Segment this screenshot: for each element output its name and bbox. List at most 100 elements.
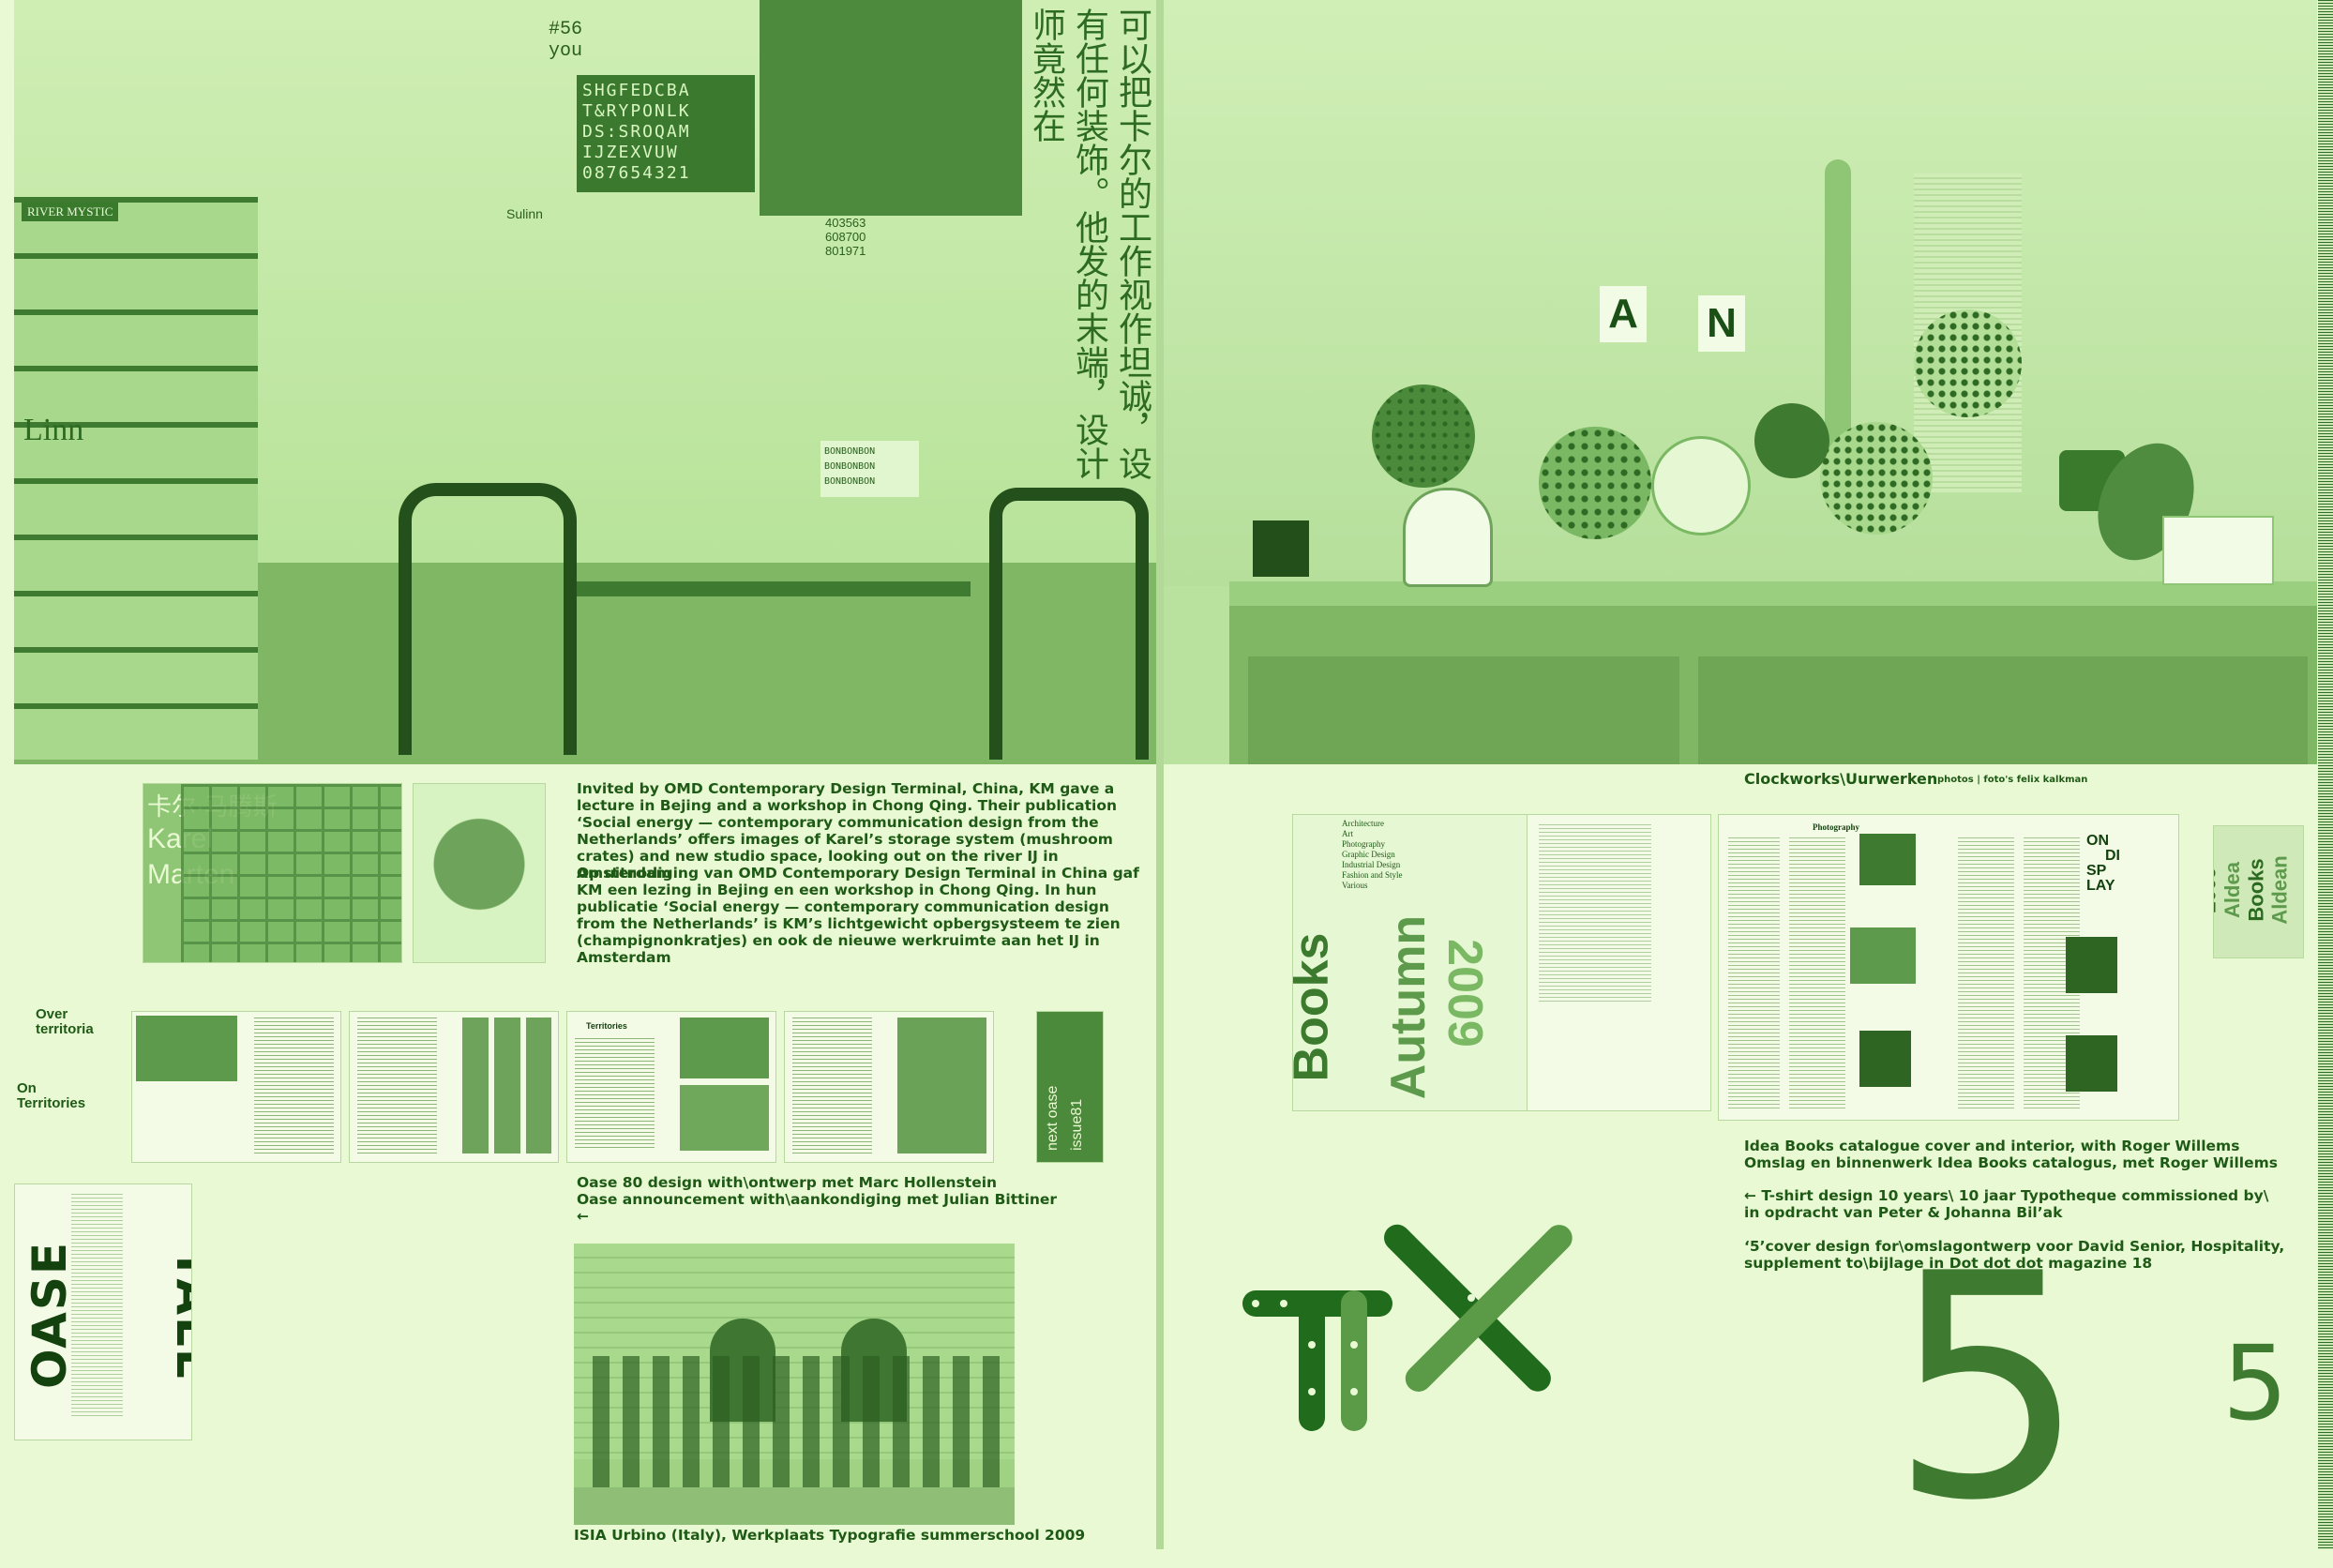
five-cover-big: 5 — [1889, 1208, 2086, 1568]
clockworks-credit: photos | foto's felix kalkman — [1937, 775, 2088, 785]
oase-title-nl-2: territoria — [36, 1021, 94, 1037]
letter-card-a: A — [1600, 286, 1647, 342]
tshirt-caption-line1: ← T-shirt design 10 years\ 10 jaar Typot… — [1744, 1187, 2269, 1204]
poster-yale-word: YALE — [166, 1246, 192, 1383]
tx-logo — [1242, 1200, 1608, 1444]
clock-face — [1651, 436, 1751, 535]
books-menu-item: Photography — [1342, 839, 1385, 849]
stack-code: 801971 — [825, 244, 866, 258]
tx-rivet — [1252, 1300, 1259, 1307]
territories-heading: Territories — [586, 1021, 627, 1031]
stack-code: 403563 — [825, 216, 866, 230]
spread-text — [357, 1018, 437, 1153]
clock-face — [1914, 309, 2022, 417]
oase-spread-1 — [131, 1011, 341, 1163]
spread-photo — [462, 1018, 551, 1153]
stack-code: 608700 — [825, 230, 866, 244]
books-interior-spread: Photography ON DI SP LAY — [1718, 814, 2179, 1121]
mao-portrait-thumb — [413, 783, 546, 963]
letter-chart-row: SHGFEDCBA — [582, 81, 691, 100]
photography-heading: Photography — [1813, 822, 1860, 832]
books-cover-spread: Architecture Art Photography Graphic Des… — [1292, 814, 1528, 1111]
tx-rivet — [1280, 1300, 1287, 1307]
on-display: ON DI SP LAY — [2086, 834, 2120, 894]
books-side-spine: 2009 Aldea Books Aldean — [2213, 825, 2304, 958]
shelf-top — [1229, 581, 2317, 606]
spread-text — [792, 1018, 872, 1153]
book-photo — [2066, 937, 2117, 993]
shelving-unit — [14, 197, 258, 760]
bonbon-line: BONBONBON — [824, 461, 876, 472]
gear-clock — [1754, 403, 1829, 478]
tx-bar — [1299, 1290, 1325, 1431]
books-cover-word-books: Books — [1292, 932, 1339, 1082]
on-display-line: DI — [2105, 848, 2120, 864]
spread-text — [575, 1038, 655, 1151]
chinese-banner: 可以把卡尔的工作视作坦诚，设有任何装饰。他发的末端，设计师竟然在 — [1027, 8, 1151, 480]
books-caption-line1: Idea Books catalogue cover and interior,… — [1744, 1138, 2240, 1154]
oase-caption-line2: Oase announcement with\aankondiging met … — [577, 1191, 1058, 1208]
bonbon-line: BONBONBON — [824, 446, 876, 457]
interior-text — [1958, 837, 2014, 1109]
letter-chart-row: 087654321 — [582, 163, 691, 183]
tx-bar — [1341, 1290, 1367, 1431]
tx-rivet — [1350, 1341, 1358, 1349]
on-display-line: LAY — [2086, 878, 2115, 894]
books-cover-year: 2009 — [1437, 939, 1492, 1048]
poster-text — [71, 1194, 123, 1419]
letter-chart-row: IJZEXVUW — [582, 143, 679, 162]
poster-oase-word: OASE — [23, 1240, 78, 1390]
studio-photo: RIVER MYSTIC Linn #56 you SHGFEDCBA T&RY… — [14, 0, 1156, 764]
tx-rivet — [1308, 1388, 1316, 1395]
books-menu-item: Graphic Design — [1342, 850, 1395, 859]
oase-title-en-1: On — [17, 1080, 37, 1096]
book-photo — [1859, 1031, 1911, 1087]
omd-book-thumb: 卡尔·马腾斯 Karel Marten — [143, 783, 402, 963]
books-menu-item: Fashion and Style — [1342, 870, 1403, 880]
spread-photo — [897, 1018, 986, 1153]
oase-title-nl-1: Over — [36, 1006, 68, 1022]
oase-spread-2 — [349, 1011, 559, 1163]
side-word: Aldea — [2220, 862, 2244, 918]
page-gutter — [1156, 0, 1164, 1549]
book-photo — [1859, 834, 1916, 885]
on-display-line: ON — [2086, 833, 2109, 849]
clockworks-photo: A N — [1164, 0, 2317, 764]
oase-spread-3: Territories — [566, 1011, 776, 1163]
on-display-line: SP — [2086, 863, 2107, 879]
summerschool-photo — [574, 1244, 1015, 1525]
spread-photo — [680, 1018, 769, 1078]
river-mystic-label: RIVER MYSTIC — [22, 203, 119, 221]
spread-text — [254, 1018, 334, 1153]
book-photo — [2066, 1035, 2117, 1092]
letter-chart-row: T&RYPONLK — [582, 101, 691, 121]
printing-press — [399, 483, 577, 755]
clock-face — [1539, 427, 1651, 539]
tx-rivet — [1308, 1341, 1316, 1349]
books-caption-line2: Omslag en binnenwerk Idea Books catalogu… — [1744, 1154, 2278, 1171]
letter-card-n: N — [1698, 295, 1745, 352]
issue-number: issue81 — [1069, 1098, 1085, 1151]
tx-rivet — [1350, 1388, 1358, 1395]
colophon-text — [1539, 824, 1651, 1003]
crates-photo — [181, 784, 401, 962]
summerschool-caption: ISIA Urbino (Italy), Werkplaats Typograf… — [574, 1527, 1086, 1544]
black-box — [1253, 520, 1309, 577]
side-word: Books — [2244, 858, 2268, 922]
cabinet-door — [1698, 656, 2308, 764]
poster-number: #56 you — [549, 19, 583, 62]
books-menu-item: Various — [1342, 881, 1368, 890]
clock-face — [1820, 422, 1933, 535]
letter-chart-row: DS:SROQAM — [582, 122, 691, 142]
books-cover-word-autumn: Autumn — [1381, 914, 1437, 1100]
tx-bar — [1378, 1219, 1557, 1397]
chair-back — [989, 488, 1149, 760]
books-menu-item: Art — [1342, 829, 1353, 838]
dice-box — [2162, 516, 2274, 585]
letter-chart-poster: SHGFEDCBA T&RYPONLK DS:SROQAM IJZEXVUW 0… — [577, 75, 755, 192]
oase-yale-poster: OASE YALE — [14, 1184, 192, 1440]
tx-bar — [1400, 1219, 1578, 1397]
cabinet-door — [1248, 656, 1679, 764]
omd-caption-nl: Op uitnodiging van OMD Contemporary Desi… — [577, 865, 1139, 966]
oase-caption-arrow: ← — [577, 1208, 589, 1225]
